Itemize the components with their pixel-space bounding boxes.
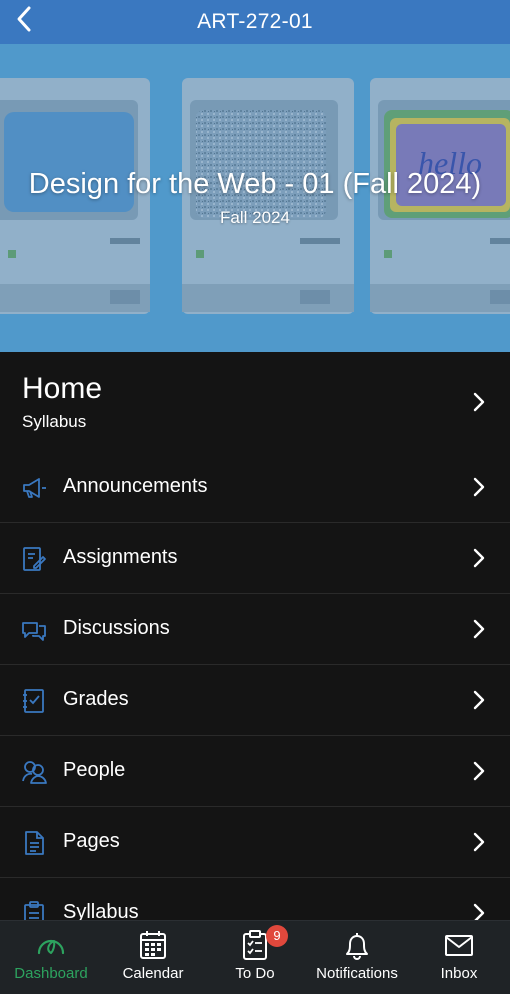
chevron-right-icon — [473, 548, 485, 568]
course-banner: hello Design for the Web - 01 (Fall 2024… — [0, 44, 510, 352]
chevron-right-icon — [473, 761, 485, 781]
tab-calendar[interactable]: Calendar — [102, 921, 204, 994]
menu-item-label: Assignments — [63, 546, 178, 568]
menu-item-pages[interactable]: Pages — [0, 807, 510, 878]
top-nav-bar: ART-272-01 — [0, 0, 510, 44]
tab-dashboard[interactable]: Dashboard — [0, 921, 102, 994]
tab-label: Notifications — [316, 965, 398, 982]
bell-icon — [346, 933, 368, 960]
menu-item-assignments[interactable]: Assignments — [0, 523, 510, 594]
chevron-right-icon — [473, 392, 485, 412]
menu-item-announcements[interactable]: Announcements — [0, 452, 510, 523]
back-chevron-icon[interactable] — [10, 4, 40, 34]
bottom-tab-bar: Dashboard Calendar 9 To Do Notifications… — [0, 920, 510, 994]
tab-notifications[interactable]: Notifications — [306, 921, 408, 994]
tab-todo[interactable]: 9 To Do — [204, 921, 306, 994]
home-row[interactable]: Home Syllabus — [0, 352, 510, 452]
tab-label: To Do — [235, 965, 275, 982]
menu-item-label: Discussions — [63, 617, 170, 639]
discussion-icon — [22, 622, 46, 641]
dashboard-icon — [37, 939, 65, 955]
menu-item-label: Announcements — [63, 475, 208, 497]
people-icon — [22, 761, 47, 784]
megaphone-icon — [23, 478, 46, 498]
inbox-icon — [445, 935, 473, 956]
tab-label: Inbox — [440, 965, 478, 982]
todo-count-badge: 9 — [266, 925, 288, 947]
course-code-title: ART-272-01 — [197, 10, 313, 33]
tab-label: Dashboard — [14, 965, 88, 982]
tab-inbox[interactable]: Inbox — [408, 921, 510, 994]
menu-item-label: Pages — [63, 830, 120, 852]
course-menu: Announcements Assignments Discussions Gr… — [0, 452, 510, 949]
tab-label: Calendar — [122, 965, 184, 982]
chevron-right-icon — [473, 477, 485, 497]
menu-item-label: People — [63, 759, 126, 781]
home-subtitle: Syllabus — [22, 412, 87, 431]
chevron-right-icon — [473, 690, 485, 710]
calendar-icon — [140, 931, 166, 959]
menu-item-grades[interactable]: Grades — [0, 665, 510, 736]
course-name: Design for the Web - 01 (Fall 2024) — [28, 168, 482, 200]
menu-item-people[interactable]: People — [0, 736, 510, 807]
menu-item-label: Grades — [63, 688, 129, 710]
chevron-right-icon — [473, 832, 485, 852]
home-title: Home — [22, 372, 103, 405]
grades-icon — [23, 689, 44, 713]
course-term: Fall 2024 — [220, 208, 290, 227]
page-icon — [25, 831, 44, 855]
menu-item-discussions[interactable]: Discussions — [0, 594, 510, 665]
assignment-icon — [23, 547, 46, 571]
chevron-right-icon — [473, 619, 485, 639]
